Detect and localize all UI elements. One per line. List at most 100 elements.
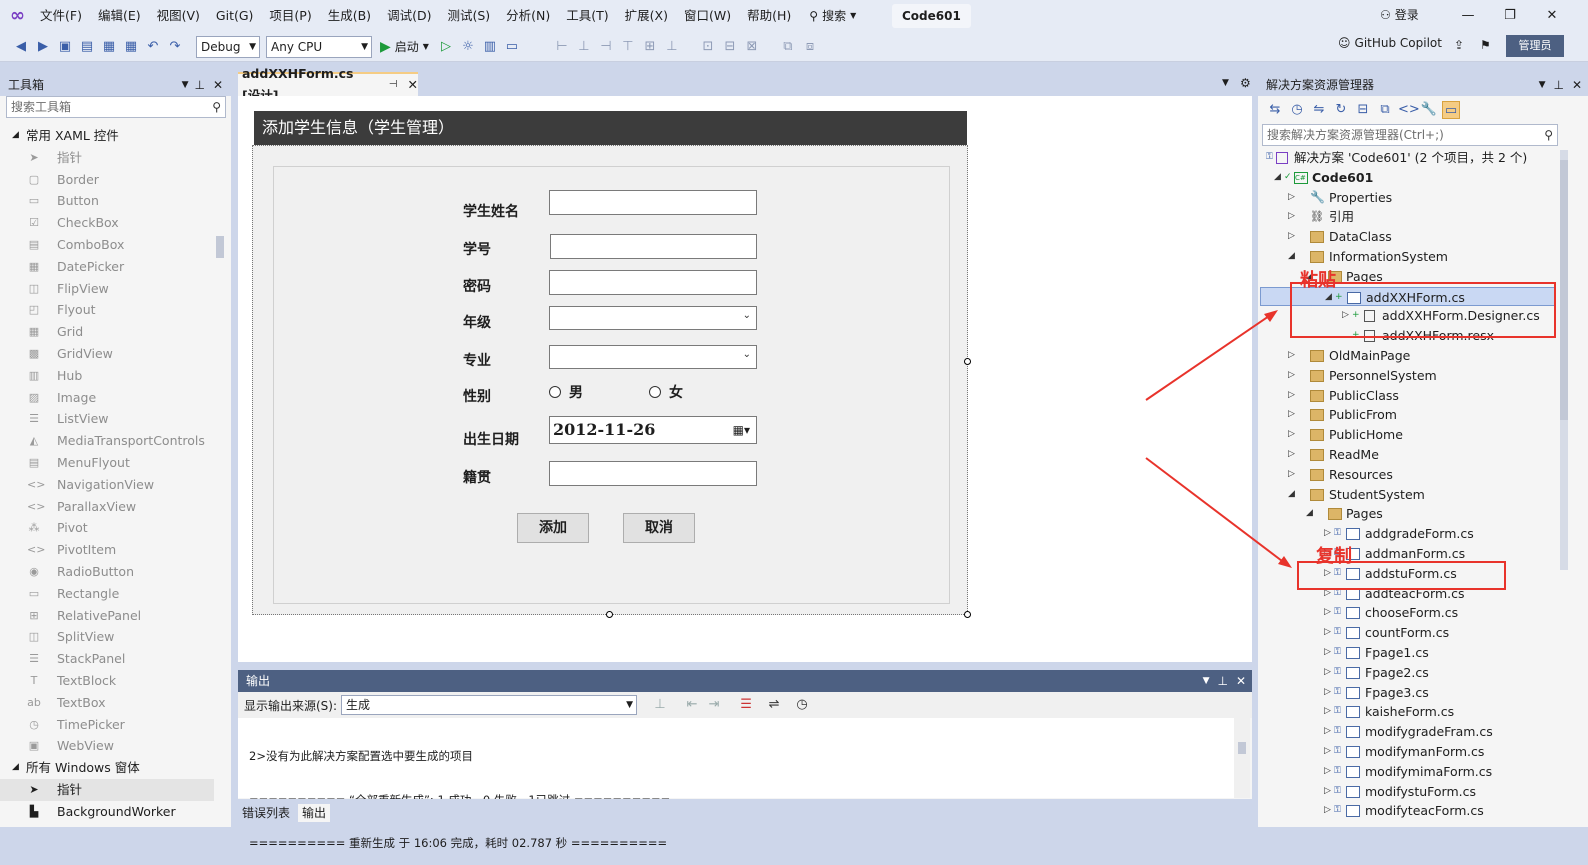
history-icon[interactable]: ◷ — [1288, 101, 1306, 119]
tree-row[interactable]: ▷ ⚿ countForm.cs — [1260, 623, 1556, 643]
toolbox-item[interactable]: ◭ MediaTransportControls — [0, 430, 214, 452]
toolbox-item[interactable]: ◫ SplitView — [0, 626, 214, 648]
layout-icon[interactable]: ▭ — [503, 38, 521, 56]
tree-row[interactable]: ▷ PublicFrom — [1260, 405, 1556, 425]
add-button[interactable]: 添加 — [517, 513, 589, 543]
tree-row[interactable]: ▷ ⛓ 引用 — [1260, 207, 1556, 227]
pin-icon[interactable]: ⊥ — [1553, 74, 1563, 96]
toolbox-group-xaml[interactable]: ◢ 常用 XAML 控件 — [0, 125, 214, 147]
menu-test[interactable]: 测试(S) — [439, 0, 498, 32]
toolbox-item[interactable]: T TextBlock — [0, 670, 214, 692]
align-middle-icon[interactable]: ⊞ — [641, 38, 659, 56]
tab-error-list[interactable]: 错误列表 — [238, 804, 294, 822]
resize-handle-right[interactable] — [964, 358, 971, 365]
align-center-icon[interactable]: ⊥ — [575, 38, 593, 56]
solution-scroll-thumb[interactable] — [1560, 160, 1568, 420]
minimize-button[interactable]: — — [1448, 0, 1488, 32]
document-tab[interactable]: addXXHForm.cs [设计] ⊣ ✕ — [238, 66, 418, 103]
redo-icon[interactable]: ↷ — [166, 38, 184, 56]
undo-icon[interactable]: ↶ — [144, 38, 162, 56]
pin-icon[interactable]: ⊥ — [1217, 670, 1227, 692]
start-without-debug-icon[interactable]: ▷ — [437, 38, 455, 56]
github-copilot-button[interactable]: ☺ GitHub Copilot — [1338, 36, 1442, 50]
tree-row[interactable]: ▷ OldMainPage — [1260, 346, 1556, 366]
password-input[interactable] — [549, 270, 757, 295]
show-all-files-icon[interactable]: ⧉ — [1376, 101, 1394, 119]
menu-view[interactable]: 视图(V) — [149, 0, 208, 32]
prev-message-icon[interactable]: ⇤ — [683, 696, 701, 714]
menu-analyze[interactable]: 分析(N) — [498, 0, 558, 32]
sync-icon[interactable]: ⇆ — [1266, 101, 1284, 119]
spacing-icon[interactable]: ⊟ — [721, 38, 739, 56]
student-id-input[interactable] — [550, 234, 757, 259]
output-source-select[interactable]: 生成 ▼ — [341, 695, 638, 715]
open-folder-icon[interactable]: ▤ — [78, 38, 96, 56]
tree-row[interactable]: ◢ Pages — [1260, 504, 1556, 524]
toolbox-item[interactable]: ☑ CheckBox — [0, 212, 214, 234]
bring-front-icon[interactable]: ⧉ — [779, 38, 797, 56]
align-top-icon[interactable]: ⊤ — [619, 38, 637, 56]
radio-male[interactable]: 男 — [549, 382, 583, 402]
output-scrollbar[interactable] — [1234, 718, 1250, 798]
tree-row[interactable]: ▷ PublicClass — [1260, 386, 1556, 406]
start-button[interactable]: ▶ 启动 ▼ — [380, 38, 429, 55]
toolbox-item[interactable]: ◉ RadioButton — [0, 561, 214, 583]
tree-row[interactable]: ▷ ⚿ modifymanForm.cs — [1260, 742, 1556, 762]
solution-scrollbar[interactable] — [1560, 150, 1568, 570]
tree-row-solution[interactable]: ⚿ 解决方案 'Code601' (2 个项目，共 2 个) — [1260, 148, 1556, 168]
forward-icon[interactable]: ▶ — [34, 38, 52, 56]
toolbox-item[interactable]: ⊞ RelativePanel — [0, 605, 214, 627]
close-icon[interactable]: ✕ — [408, 74, 418, 96]
toolbox-item[interactable]: ▢ Border — [0, 169, 214, 191]
feedback-icon[interactable]: ⚑ — [1480, 38, 1491, 52]
resize-handle-corner[interactable] — [964, 611, 971, 618]
back-icon[interactable]: ◀ — [12, 38, 30, 56]
tree-row[interactable]: ▷ ⚿ addgradeForm.cs — [1260, 524, 1556, 544]
tree-row[interactable]: ▷ 🔧 Properties — [1260, 188, 1556, 208]
login-button[interactable]: ⚇ 登录 — [1380, 6, 1419, 23]
tree-row[interactable]: ▷ ⚿ chooseForm.cs — [1260, 603, 1556, 623]
tree-row[interactable]: ▷ Resources — [1260, 465, 1556, 485]
gear-icon[interactable]: ⚙ — [1240, 76, 1251, 90]
refresh-icon[interactable]: ↻ — [1332, 101, 1350, 119]
menu-extensions[interactable]: 扩展(X) — [617, 0, 676, 32]
menu-build[interactable]: 生成(B) — [320, 0, 379, 32]
calendar-icon[interactable]: ▦▾ — [733, 417, 750, 443]
menu-window[interactable]: 窗口(W) — [676, 0, 739, 32]
toolbox-item[interactable]: <> NavigationView — [0, 474, 214, 496]
output-scroll-thumb[interactable] — [1238, 742, 1246, 754]
tree-row[interactable]: ▷ ⚿ Fpage1.cs — [1260, 643, 1556, 663]
new-project-icon[interactable]: ▣ — [56, 38, 74, 56]
search-button[interactable]: ⚲ 搜索 ▼ — [799, 0, 866, 32]
tree-row-project[interactable]: ◢ ✓ C# Code601 — [1260, 168, 1556, 188]
align-right-icon[interactable]: ⊣ — [597, 38, 615, 56]
major-select[interactable]: ⌄ — [549, 345, 757, 369]
save-all-icon[interactable]: ▦ — [122, 38, 140, 56]
tree-row[interactable]: ▷ ⚿ Fpage2.cs — [1260, 663, 1556, 683]
tree-row[interactable]: ▷ PublicHome — [1260, 425, 1556, 445]
same-size-icon[interactable]: ⊡ — [699, 38, 717, 56]
menu-debug[interactable]: 调试(D) — [379, 0, 439, 32]
view-code-icon[interactable]: <> — [1398, 101, 1420, 119]
clock-icon[interactable]: ◷ — [793, 696, 811, 714]
toolbox-item[interactable]: ☰ ListView — [0, 408, 214, 430]
tree-row[interactable]: ◢ InformationSystem — [1260, 247, 1556, 267]
chevron-down-icon[interactable]: ▼ — [1203, 670, 1210, 692]
align-left-icon[interactable]: ⊢ — [553, 38, 571, 56]
tree-row[interactable]: ▷ DataClass — [1260, 227, 1556, 247]
toolbox-item[interactable]: ◫ FlipView — [0, 278, 214, 300]
toolbox-item[interactable]: ▦ Grid — [0, 321, 214, 343]
toolbox-item[interactable]: ▣ WebView — [0, 735, 214, 757]
tree-row[interactable]: ▷ ⚿ modifystuForm.cs — [1260, 782, 1556, 802]
properties-icon[interactable]: 🔧 — [1420, 101, 1438, 119]
toolbox-item[interactable]: <> ParallaxView — [0, 496, 214, 518]
toolbox-scrollbar[interactable] — [216, 236, 224, 258]
toolbox-item[interactable]: ab TextBox — [0, 692, 214, 714]
send-back-icon[interactable]: ⧈ — [801, 38, 819, 56]
toolbox-item[interactable]: ➤ 指针 — [0, 778, 214, 801]
browser-link-icon[interactable]: ▥ — [481, 38, 499, 56]
hot-reload-icon[interactable]: ☼ — [459, 38, 477, 56]
chevron-down-icon[interactable]: ▼ — [182, 74, 189, 96]
platform-select[interactable]: Any CPU ▼ — [266, 35, 372, 58]
menu-help[interactable]: 帮助(H) — [739, 0, 799, 32]
